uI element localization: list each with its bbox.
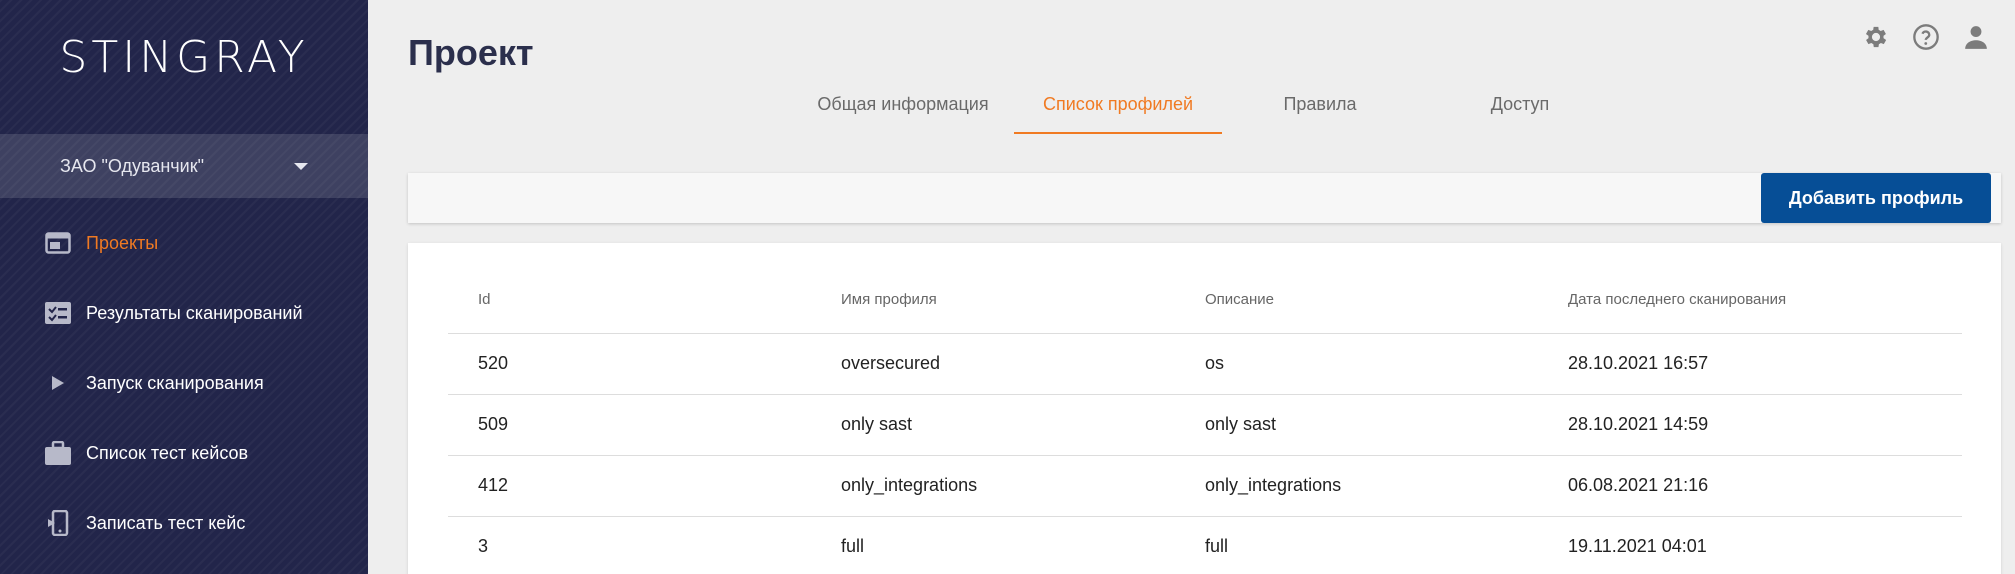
table-row[interactable]: 412 only_integrations only_integrations … — [448, 455, 1962, 517]
column-header-description[interactable]: Описание — [1175, 267, 1538, 334]
sidebar-item-label: Список тест кейсов — [86, 442, 249, 463]
sidebar-item-projects[interactable]: Проекты — [0, 208, 368, 278]
profiles-toolbar: Добавить профиль — [408, 173, 2001, 223]
chevron-down-icon — [294, 162, 308, 170]
cell-id: 3 — [448, 516, 811, 574]
cell-description: only_integrations — [1175, 455, 1538, 517]
cell-profile-name: only_integrations — [811, 455, 1175, 517]
briefcase-icon — [44, 439, 72, 467]
cell-id: 412 — [448, 455, 811, 517]
gear-icon[interactable] — [1861, 22, 1891, 52]
cell-last-scan-date: 06.08.2021 21:16 — [1538, 455, 1962, 517]
projects-icon — [44, 229, 72, 257]
column-header-profile-name[interactable]: Имя профиля — [811, 267, 1175, 334]
help-icon[interactable] — [1911, 22, 1941, 52]
organization-selector[interactable]: ЗАО "Одуванчик" — [0, 134, 368, 198]
cell-last-scan-date: 28.10.2021 16:57 — [1538, 333, 1962, 395]
cell-description: only sast — [1175, 394, 1538, 456]
sidebar-item-scan-results[interactable]: Результаты сканирований — [0, 278, 368, 348]
cell-last-scan-date: 28.10.2021 14:59 — [1538, 394, 1962, 456]
project-tabs: Общая информация Список профилей Правила… — [0, 82, 2015, 134]
sidebar-item-run-scan[interactable]: Запуск сканирования — [0, 348, 368, 418]
tab-general-info[interactable]: Общая информация — [805, 82, 1001, 134]
record-device-icon — [44, 509, 72, 537]
table-header-row: Id Имя профиля Описание Дата последнего … — [448, 267, 1962, 334]
sidebar-item-label: Результаты сканирований — [86, 302, 303, 323]
column-header-id[interactable]: Id — [448, 267, 811, 334]
organization-label: ЗАО "Одуванчик" — [60, 155, 204, 176]
tab-rules[interactable]: Правила — [1235, 82, 1405, 134]
app-logo[interactable]: STINGRAY — [0, 32, 368, 83]
sidebar-item-record-test-case[interactable]: Записать тест кейс — [0, 488, 368, 558]
tab-access[interactable]: Доступ — [1420, 82, 1620, 134]
cell-id: 509 — [448, 394, 811, 456]
cell-profile-name: only sast — [811, 394, 1175, 456]
sidebar-item-label: Проекты — [86, 232, 159, 253]
sidebar-item-label: Записать тест кейс — [86, 512, 246, 533]
page-title: Проект — [408, 32, 534, 73]
cell-profile-name: full — [811, 516, 1175, 574]
cell-id: 520 — [448, 333, 811, 395]
profiles-card: Id Имя профиля Описание Дата последнего … — [408, 243, 2001, 574]
add-profile-button[interactable]: Добавить профиль — [1761, 173, 1991, 223]
cell-description: os — [1175, 333, 1538, 395]
table-row[interactable]: 3 full full 19.11.2021 04:01 — [448, 516, 1962, 574]
column-header-last-scan-date[interactable]: Дата последнего сканирования — [1538, 267, 1962, 334]
cell-profile-name: oversecured — [811, 333, 1175, 395]
profiles-table: Id Имя профиля Описание Дата последнего … — [448, 267, 1962, 574]
user-icon[interactable] — [1961, 22, 1991, 52]
top-right-icons — [1861, 22, 1991, 52]
cell-last-scan-date: 19.11.2021 04:01 — [1538, 516, 1962, 574]
sidebar-item-label: Запуск сканирования — [86, 372, 264, 393]
scan-results-icon — [44, 299, 72, 327]
table-row[interactable]: 509 only sast only sast 28.10.2021 14:59 — [448, 394, 1962, 456]
tab-profiles-list[interactable]: Список профилей — [1014, 82, 1222, 134]
sidebar-nav: Проекты Результаты сканирований Запуск с… — [0, 208, 368, 558]
table-row[interactable]: 520 oversecured os 28.10.2021 16:57 — [448, 333, 1962, 395]
sidebar-item-test-cases[interactable]: Список тест кейсов — [0, 418, 368, 488]
cell-description: full — [1175, 516, 1538, 574]
play-icon — [44, 369, 72, 397]
